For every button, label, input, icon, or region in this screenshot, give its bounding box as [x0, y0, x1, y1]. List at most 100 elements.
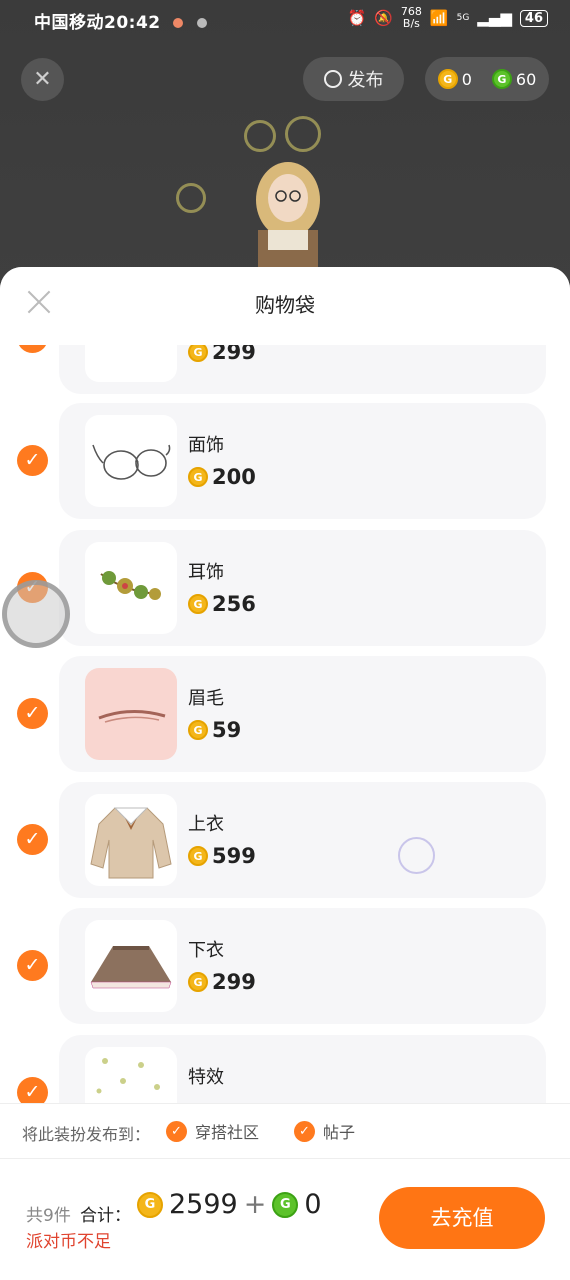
green-coin-icon: G [491, 69, 512, 89]
item-price-value: 599 [212, 844, 256, 868]
item-price-value: 59 [212, 718, 242, 742]
item-checkbox[interactable]: ✓ [17, 1077, 48, 1103]
sheet-title: 购物袋 [255, 293, 315, 317]
item-thumbnail [85, 794, 177, 886]
item-card[interactable]: 眉毛 G 59 [59, 656, 546, 772]
item-price: G 299 [188, 970, 256, 994]
list-item: ✓ 耳饰 G 256 [0, 530, 570, 648]
item-name: 下衣 [188, 940, 224, 961]
item-price: G 299 [188, 345, 256, 364]
publish-option-post[interactable]: ✓ 帖子 [294, 1119, 355, 1143]
green-total: 0 [304, 1189, 322, 1220]
status-left: 中国移动20:42 [34, 8, 208, 33]
item-thumbnail [85, 415, 177, 507]
signal-label: 5G [456, 13, 470, 23]
gold-balance: 0 [461, 69, 472, 89]
item-name: 特效 [188, 1067, 224, 1088]
list-item: ✓ 眉毛 G 59 [0, 656, 570, 774]
bubble-effect [176, 183, 206, 213]
gold-coin-icon: G [188, 594, 208, 614]
touch-indicator [398, 837, 435, 874]
green-balance: 60 [515, 69, 537, 89]
gold-coin-icon: G [188, 972, 208, 992]
item-checkbox[interactable]: ✓ [17, 698, 48, 729]
earring-thumbnail [100, 571, 161, 600]
gold-coin-icon: G [137, 1191, 163, 1218]
item-price-value: 200 [212, 465, 256, 489]
wifi-icon: 📶 [429, 9, 449, 27]
gold-coin-icon: G [437, 69, 458, 89]
item-checkbox[interactable]: ✓ [17, 345, 48, 353]
alarm-icon: ⏰ [347, 9, 367, 27]
gold-total: 2599 [169, 1189, 238, 1220]
item-name: 耳饰 [188, 562, 224, 583]
battery-icon: 46 [519, 9, 548, 27]
insufficient-warning: 派对币不足 [26, 1232, 111, 1252]
item-price: G 256 [188, 592, 256, 616]
item-count: 共9件 [26, 1206, 71, 1226]
publish-destination-label: 将此装扮发布到： [22, 1125, 151, 1144]
bubble-effect [285, 116, 321, 152]
plus-sign: + [243, 1189, 267, 1220]
glasses-thumbnail [92, 444, 171, 480]
cell-signal-icon: ▂▄▆ [477, 9, 512, 27]
notification-icon [173, 18, 184, 28]
skirt-thumbnail [90, 946, 172, 989]
check-icon: ✓ [166, 1120, 187, 1142]
checkout-bar: 共9件 合计： G 2599 + G 0 派对币不足 去充值 [0, 1158, 570, 1280]
gold-coin-icon: G [188, 467, 208, 487]
net-speed-unit: B/s [402, 17, 420, 30]
shopping-bag-sheet: 购物袋 ✓ G 299 ✓ [0, 267, 570, 1280]
check-icon: ✓ [294, 1120, 315, 1142]
item-card[interactable]: 特效 [59, 1035, 546, 1103]
close-icon: ✕ [33, 67, 52, 92]
list-item: ✓ 面饰 G 200 [0, 403, 570, 521]
item-card[interactable]: 上衣 G 599 [59, 782, 546, 898]
item-thumbnail [85, 668, 177, 760]
mute-icon: 🔕 [374, 9, 393, 27]
item-price: G 200 [188, 465, 256, 489]
item-checkbox[interactable]: ✓ [17, 824, 48, 855]
publish-button[interactable]: 发布 [303, 57, 404, 101]
effect-thumbnail [96, 1058, 160, 1094]
gold-coin-icon: G [188, 720, 208, 740]
item-price: G 59 [188, 718, 241, 742]
notification-icon-2 [197, 18, 208, 28]
publish-label: 发布 [347, 70, 384, 91]
item-price: G 599 [188, 844, 256, 868]
list-item: ✓ 上衣 G 599 [0, 782, 570, 900]
gold-coin-icon: G [188, 345, 208, 362]
item-thumbnail [85, 1047, 177, 1103]
item-thumbnail [85, 345, 177, 382]
publish-option-community-label: 穿搭社区 [195, 1123, 260, 1142]
item-card[interactable]: 耳饰 G 256 [59, 530, 546, 646]
recharge-button[interactable]: 去充值 [379, 1187, 545, 1249]
item-name: 眉毛 [188, 688, 224, 709]
item-card[interactable]: 面饰 G 200 [59, 403, 546, 519]
list-item: ✓ 下衣 G 299 [0, 908, 570, 1026]
item-name: 上衣 [188, 814, 224, 835]
status-right: ⏰ 🔕 768 B/s 📶 5G ▂▄▆ 46 [348, 6, 548, 30]
close-preview-button[interactable]: ✕ [21, 58, 64, 101]
item-card[interactable]: G 299 [59, 345, 546, 394]
list-item: ✓ G 299 [0, 345, 570, 396]
touch-indicator [2, 580, 70, 648]
net-speed: 768 B/s [401, 6, 422, 30]
item-thumbnail [85, 920, 177, 1012]
item-thumbnail [85, 542, 177, 634]
publish-option-community[interactable]: ✓ 穿搭社区 [166, 1119, 259, 1143]
sheet-header: 购物袋 [0, 267, 570, 345]
bubble-effect [244, 120, 276, 152]
item-card[interactable]: 下衣 G 299 [59, 908, 546, 1024]
item-price-value: 299 [212, 345, 256, 364]
item-name: 面饰 [188, 435, 224, 456]
avatar-preview [238, 130, 338, 280]
item-list[interactable]: ✓ G 299 ✓ [0, 345, 570, 1103]
gold-coin-icon: G [188, 846, 208, 866]
total-label: 合计： [80, 1206, 131, 1226]
item-checkbox[interactable]: ✓ [17, 950, 48, 981]
list-item: ✓ 特效 [0, 1035, 570, 1103]
balance-pill[interactable]: G 0 G 60 [425, 57, 549, 101]
publish-option-post-label: 帖子 [323, 1123, 356, 1142]
item-checkbox[interactable]: ✓ [17, 445, 48, 476]
